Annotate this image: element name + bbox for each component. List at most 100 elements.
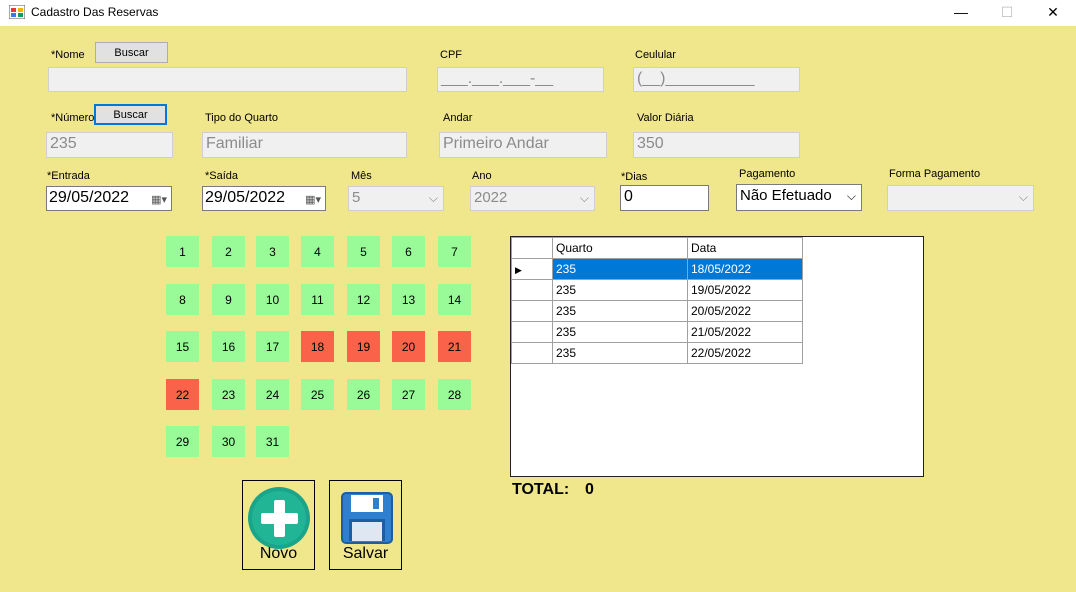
cpf-field[interactable]: ___.___.___-__: [437, 67, 604, 92]
cell-quarto[interactable]: 235: [552, 321, 688, 343]
dias-label: *Dias: [621, 171, 648, 183]
row-header[interactable]: [511, 321, 553, 343]
day-button-17[interactable]: 17: [256, 331, 289, 362]
entrada-datepicker[interactable]: 29/05/2022 ▦▾: [46, 186, 172, 211]
day-button-15[interactable]: 15: [166, 331, 199, 362]
table-row[interactable]: 235 21/05/2022: [511, 321, 803, 343]
day-button-6[interactable]: 6: [392, 236, 425, 267]
column-header-quarto[interactable]: Quarto: [552, 237, 688, 259]
app-icon: [9, 5, 25, 19]
row-header[interactable]: [511, 342, 553, 364]
save-disk-icon: [341, 492, 393, 544]
reservas-table: Quarto Data ▶ 235 18/05/2022 235 19/05/2022 2…: [511, 237, 803, 364]
salvar-label: Salvar: [342, 545, 389, 562]
column-header-data[interactable]: Data: [687, 237, 803, 259]
row-header[interactable]: [511, 300, 553, 322]
day-button-11[interactable]: 11: [301, 284, 334, 315]
minimize-button[interactable]: —: [938, 0, 984, 24]
nome-field[interactable]: [48, 67, 407, 92]
day-button-22[interactable]: 22: [166, 379, 199, 410]
day-button-2[interactable]: 2: [212, 236, 245, 267]
current-row-arrow-icon: ▶: [515, 265, 522, 275]
day-button-26[interactable]: 26: [347, 379, 380, 410]
close-button[interactable]: ✕: [1030, 0, 1076, 24]
tipo-quarto-field[interactable]: Familiar: [202, 132, 407, 158]
add-icon: [248, 487, 310, 549]
cell-quarto[interactable]: 235: [552, 300, 688, 322]
day-button-27[interactable]: 27: [392, 379, 425, 410]
chevron-down-icon: ⌵: [428, 191, 438, 205]
numero-label: *Número: [51, 112, 95, 124]
day-button-25[interactable]: 25: [301, 379, 334, 410]
day-button-19[interactable]: 19: [347, 331, 380, 362]
numero-field[interactable]: 235: [46, 132, 173, 158]
row-header[interactable]: ▶: [511, 258, 553, 280]
valor-diaria-label: Valor Diária: [637, 112, 694, 124]
day-button-13[interactable]: 13: [392, 284, 425, 315]
cell-data[interactable]: 19/05/2022: [687, 279, 803, 301]
day-button-20[interactable]: 20: [392, 331, 425, 362]
day-button-8[interactable]: 8: [166, 284, 199, 315]
table-row[interactable]: 235 20/05/2022: [511, 300, 803, 322]
celular-field[interactable]: (__)__________: [633, 67, 800, 92]
cell-quarto[interactable]: 235: [552, 279, 688, 301]
row-header[interactable]: [511, 279, 553, 301]
day-button-9[interactable]: 9: [212, 284, 245, 315]
day-button-1[interactable]: 1: [166, 236, 199, 267]
row-header-corner: [511, 237, 553, 259]
salvar-button[interactable]: Salvar: [329, 480, 402, 570]
total-value: 0: [585, 481, 594, 498]
calendar-dropdown-icon[interactable]: ▦▾: [305, 193, 321, 206]
calendar-dropdown-icon[interactable]: ▦▾: [151, 193, 167, 206]
pagamento-select[interactable]: Não Efetuado ⌵: [736, 184, 862, 211]
cell-data[interactable]: 22/05/2022: [687, 342, 803, 364]
novo-label: Novo: [259, 545, 298, 562]
day-button-16[interactable]: 16: [212, 331, 245, 362]
table-header-row: Quarto Data: [511, 237, 803, 259]
day-button-24[interactable]: 24: [256, 379, 289, 410]
ano-select[interactable]: 2022 ⌵: [470, 186, 595, 211]
day-button-12[interactable]: 12: [347, 284, 380, 315]
day-button-28[interactable]: 28: [438, 379, 471, 410]
day-button-10[interactable]: 10: [256, 284, 289, 315]
cell-data[interactable]: 18/05/2022: [687, 258, 803, 280]
valor-diaria-field[interactable]: 350: [633, 132, 800, 158]
title-bar: Cadastro Das Reservas — ☐ ✕: [0, 0, 1076, 26]
day-button-14[interactable]: 14: [438, 284, 471, 315]
saida-datepicker[interactable]: 29/05/2022 ▦▾: [202, 186, 326, 211]
day-button-7[interactable]: 7: [438, 236, 471, 267]
day-button-4[interactable]: 4: [301, 236, 334, 267]
maximize-icon: ☐: [1000, 3, 1014, 20]
mes-select[interactable]: 5 ⌵: [348, 186, 444, 211]
forma-pagamento-select[interactable]: ⌵: [887, 185, 1034, 211]
day-button-23[interactable]: 23: [212, 379, 245, 410]
table-row[interactable]: 235 19/05/2022: [511, 279, 803, 301]
day-button-18[interactable]: 18: [301, 331, 334, 362]
reservas-grid[interactable]: Quarto Data ▶ 235 18/05/2022 235 19/05/2022 2…: [510, 236, 924, 477]
day-button-3[interactable]: 3: [256, 236, 289, 267]
maximize-button[interactable]: ☐: [984, 0, 1030, 24]
saida-label: *Saída: [205, 170, 239, 182]
cell-data[interactable]: 21/05/2022: [687, 321, 803, 343]
window-title: Cadastro Das Reservas: [31, 5, 159, 19]
buscar-nome-button[interactable]: Buscar: [95, 42, 168, 63]
cell-data[interactable]: 20/05/2022: [687, 300, 803, 322]
chevron-down-icon: ⌵: [846, 189, 856, 203]
day-button-30[interactable]: 30: [212, 426, 245, 457]
day-button-31[interactable]: 31: [256, 426, 289, 457]
andar-field[interactable]: Primeiro Andar: [439, 132, 607, 158]
day-button-5[interactable]: 5: [347, 236, 380, 267]
entrada-label: *Entrada: [47, 170, 90, 182]
cell-quarto[interactable]: 235: [552, 342, 688, 364]
day-button-21[interactable]: 21: [438, 331, 471, 362]
buscar-numero-button[interactable]: Buscar: [94, 104, 167, 125]
table-row[interactable]: ▶ 235 18/05/2022: [511, 258, 803, 280]
tipo-quarto-label: Tipo do Quarto: [205, 112, 278, 124]
cell-quarto[interactable]: 235: [552, 258, 688, 280]
ano-value: 2022: [474, 189, 508, 206]
day-button-29[interactable]: 29: [166, 426, 199, 457]
celular-label: Ceulular: [635, 49, 676, 61]
novo-button[interactable]: Novo: [242, 480, 315, 570]
table-row[interactable]: 235 22/05/2022: [511, 342, 803, 364]
dias-field[interactable]: 0: [620, 185, 709, 211]
